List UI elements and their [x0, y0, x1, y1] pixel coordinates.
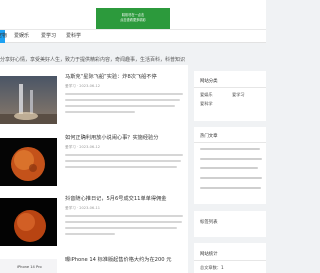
- article-thumbnail[interactable]: [0, 138, 57, 186]
- banner-line1: 精彩尽在一点击: [121, 13, 145, 17]
- sidebar-category-link[interactable]: 爱学习: [232, 92, 245, 98]
- sidebar-tags-title: 标签列表: [200, 220, 218, 225]
- article-excerpt-line: [65, 215, 183, 218]
- article-thumbnail[interactable]: [0, 198, 57, 246]
- top-bar: 精彩尽在一点击 点击查看更多精彩: [0, 0, 266, 29]
- site-slogan: 分享好心情，享受美好人生，致力于提供精彩内容，奇闻趣事，生活百科，科普知识: [0, 57, 186, 63]
- divider: [194, 260, 266, 261]
- article-excerpt-line: [65, 166, 177, 169]
- hot-article-link[interactable]: [200, 167, 258, 170]
- article-meta: 爱学习 · 2023-06-11: [65, 206, 101, 210]
- divider: [194, 87, 266, 88]
- article-excerpt-line: [65, 154, 183, 157]
- article-excerpt-line: [65, 111, 135, 114]
- article-title[interactable]: 曝iPhone 14 标准版起售价格大约为在200 元: [65, 257, 171, 264]
- sidebar-hot-articles: 热门文章: [194, 127, 266, 204]
- hot-article-link[interactable]: [200, 158, 262, 161]
- nav-item-pets[interactable]: 宠物: [0, 33, 7, 40]
- hot-article-link[interactable]: [200, 148, 260, 151]
- sidebar-tags: 标签列表: [194, 211, 266, 237]
- nav-item-study[interactable]: 爱学习: [41, 33, 56, 40]
- article-excerpt-line: [65, 221, 182, 224]
- article-excerpt-line: [65, 105, 175, 108]
- top-banner-ad[interactable]: 精彩尽在一点击 点击查看更多精彩: [96, 8, 170, 29]
- sidebar-stats-line: 总文章数：1: [200, 265, 224, 270]
- list-item: 如何正确利用放小说闹心事？实施经验分 爱学习 · 2023-06-12: [0, 135, 188, 187]
- sidebar-category-link[interactable]: 爱科学: [200, 101, 213, 107]
- article-excerpt-line: [65, 93, 183, 96]
- hot-article-link[interactable]: [200, 187, 261, 190]
- sidebar-hot-title: 热门文章: [200, 134, 218, 139]
- article-title[interactable]: 如何正确利用放小说闹心事？实施经验分: [65, 135, 158, 142]
- sidebar-categories-title: 网站分类: [200, 79, 218, 84]
- article-excerpt-line: [65, 160, 181, 163]
- article-title[interactable]: 马斯克“星际飞船”实验：炸8次飞船不停: [65, 74, 157, 81]
- list-item: 马斯克“星际飞船”实验：炸8次飞船不停 爱学习 · 2023-06-12: [0, 74, 188, 126]
- article-excerpt-line: [65, 233, 115, 236]
- banner-line2: 点击查看更多精彩: [120, 18, 146, 22]
- article-meta: 爱学习 · 2023-06-12: [65, 145, 101, 149]
- main-nav: 宠物 爱娱乐 爱学习 爱科学: [0, 29, 266, 43]
- article-thumbnail[interactable]: iPhone 14 Pro: [0, 259, 57, 273]
- article-thumbnail[interactable]: [0, 76, 57, 124]
- divider: [194, 142, 266, 143]
- article-list: 马斯克“星际飞船”实验：炸8次飞船不停 爱学习 · 2023-06-12 如何正…: [0, 65, 188, 273]
- sidebar-stats-title: 网站统计: [200, 252, 218, 257]
- article-excerpt-line: [65, 99, 180, 102]
- article-title[interactable]: 抖音随心推日记，5月6号成交11单单得佣金: [65, 196, 166, 203]
- nav-item-entertainment[interactable]: 爱娱乐: [14, 33, 29, 40]
- nav-item-science[interactable]: 爱科学: [66, 33, 81, 40]
- hot-article-link[interactable]: [200, 177, 262, 180]
- sidebar-stats: 网站统计 总文章数：1: [194, 243, 266, 273]
- list-item: 抖音随心推日记，5月6号成交11单单得佣金 爱学习 · 2023-06-11: [0, 196, 188, 248]
- list-item: iPhone 14 Pro 曝iPhone 14 标准版起售价格大约为在200 …: [0, 257, 188, 273]
- sidebar-category-link[interactable]: 爱娱乐: [200, 92, 213, 98]
- article-meta: 爱学习 · 2023-06-12: [65, 84, 101, 88]
- thumbnail-caption: iPhone 14 Pro: [17, 265, 42, 269]
- article-excerpt-line: [65, 227, 177, 230]
- sidebar-categories: 网站分类 爱娱乐 爱学习 爱科学: [194, 71, 266, 121]
